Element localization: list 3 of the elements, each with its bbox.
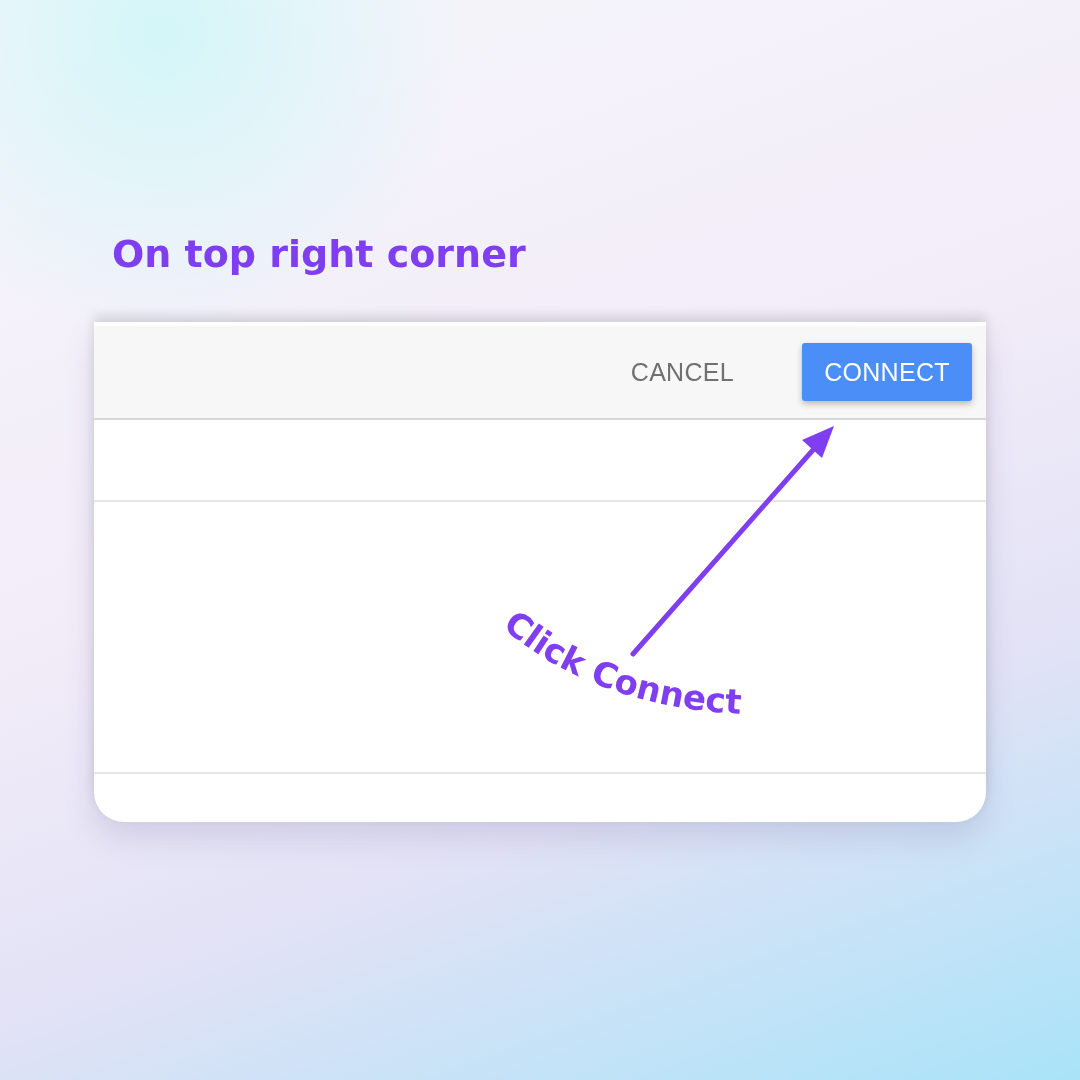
cancel-button[interactable]: CANCEL xyxy=(630,357,734,387)
heading: On top right corner xyxy=(112,231,527,278)
connect-button[interactable]: CONNECT xyxy=(802,343,972,401)
